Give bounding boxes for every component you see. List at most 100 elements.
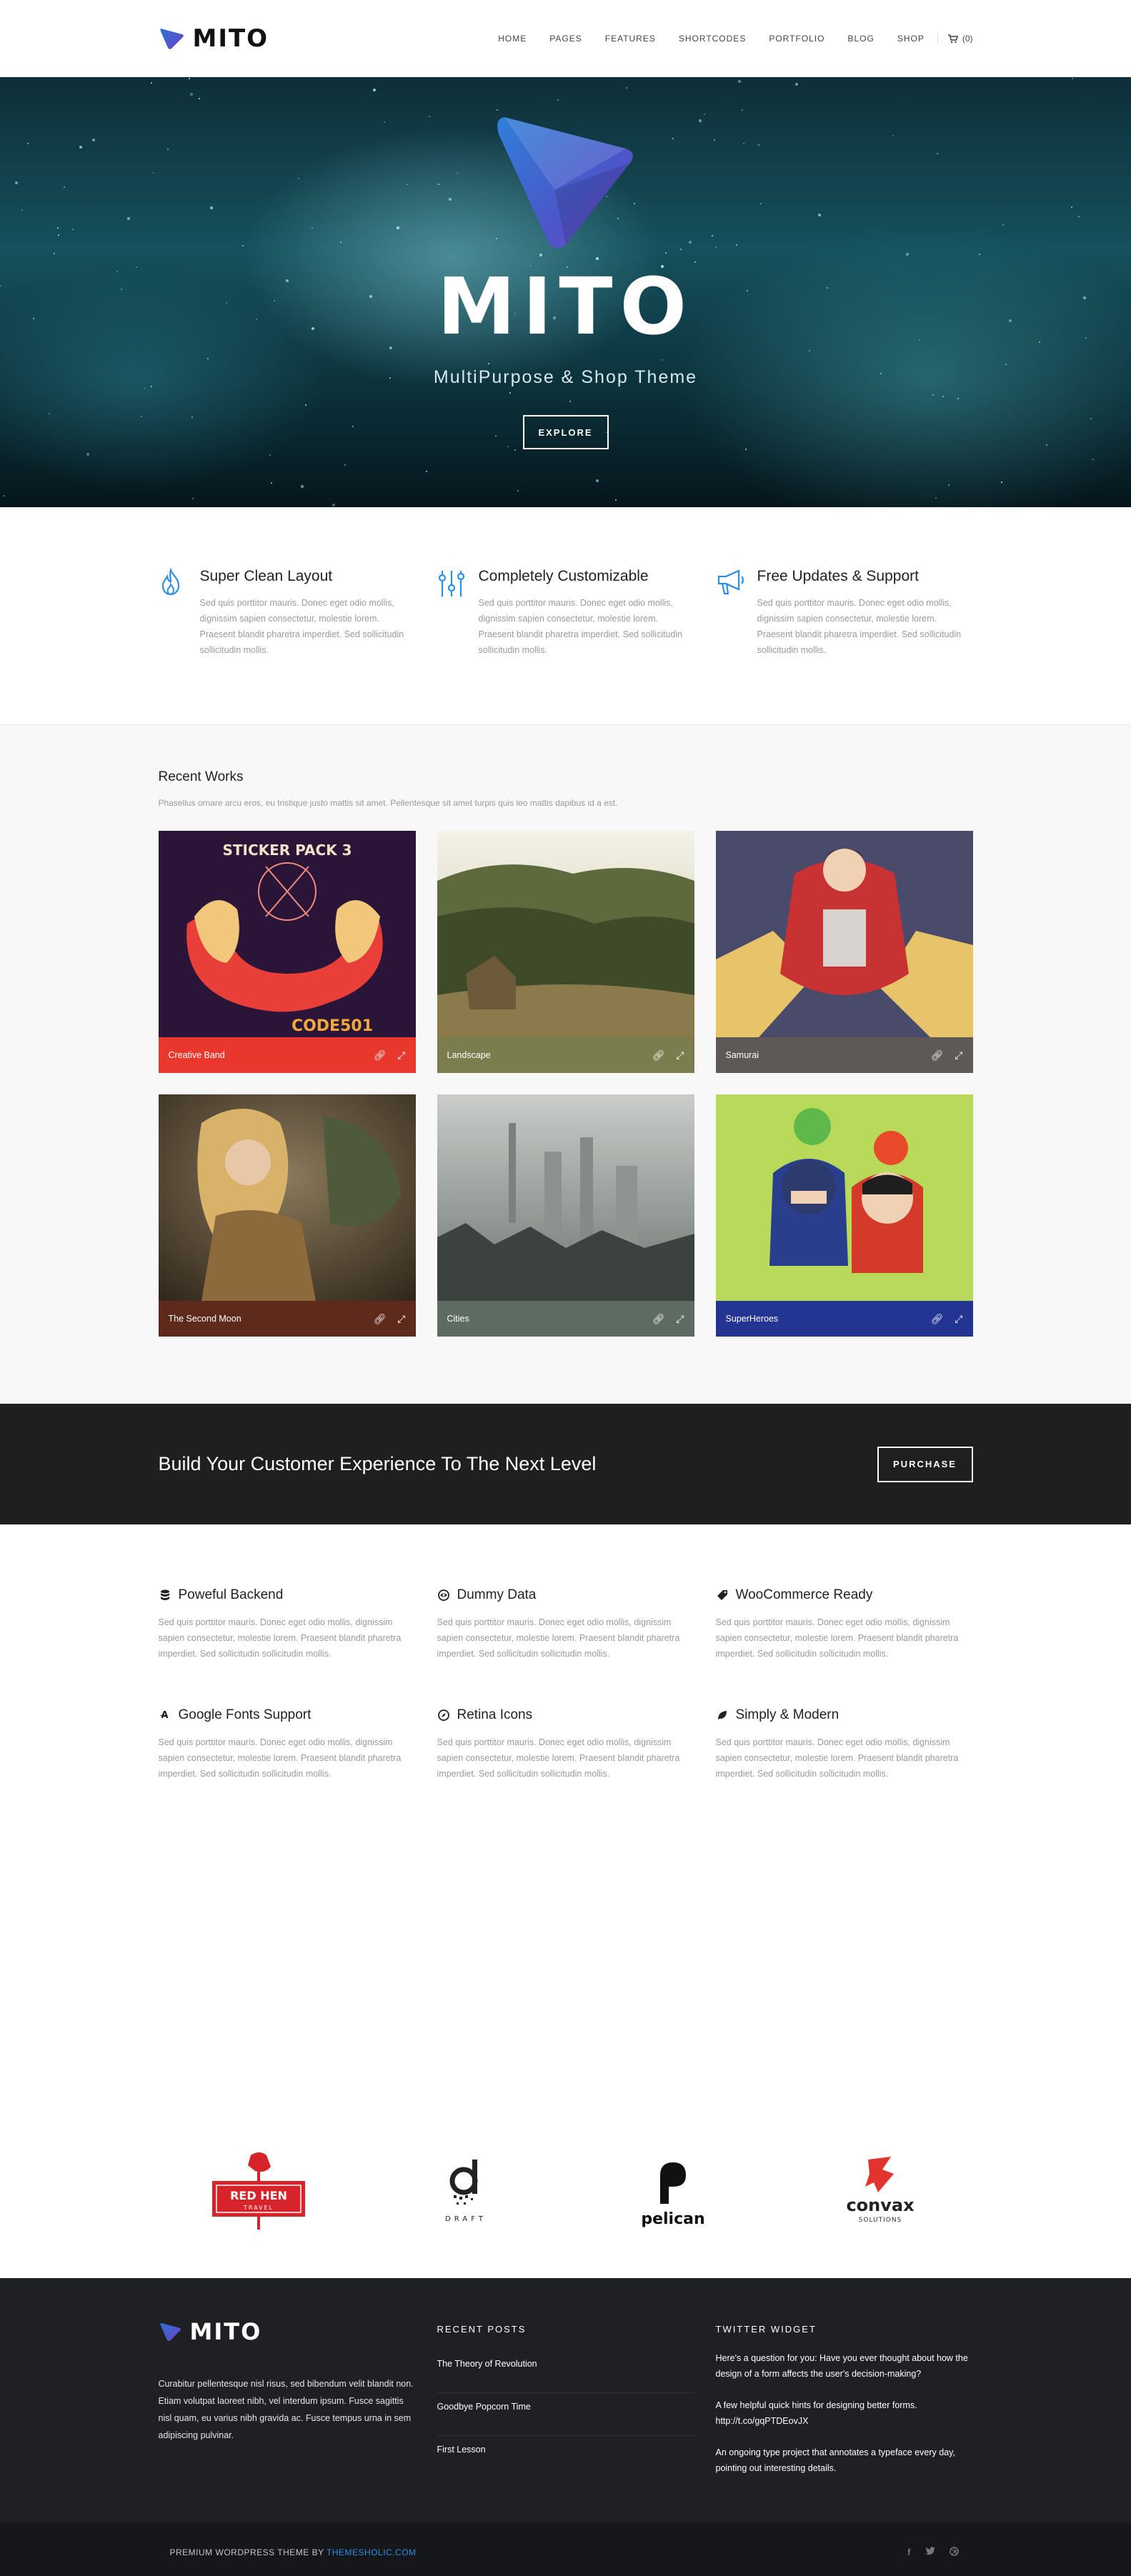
svg-text:STICKER PACK 3: STICKER PACK 3 [222, 842, 352, 859]
footer-heading: TWITTER WIDGET [715, 2324, 817, 2335]
recent-post-link[interactable]: The Theory of Revolution [437, 2350, 694, 2393]
megaphone-icon [716, 568, 744, 658]
link-icon[interactable]: 🔗︎ [652, 1049, 665, 1062]
nav-portfolio[interactable]: PORTFOLIO [769, 34, 824, 44]
client-logo-draft[interactable]: DRAFT [409, 2142, 523, 2242]
feature-title: Super Clean Layout [199, 568, 333, 584]
themesholic-link[interactable]: THEMESHOLIC.COM [327, 2547, 417, 2557]
feature-block: Dummy Data Sed quis porttitor mauris. Do… [437, 1587, 694, 1662]
copyright-bar: PREMIUM WORDPRESS THEME BY THEMESHOLIC.C… [0, 2522, 1131, 2576]
client-logo-redhen[interactable]: RED HEN TRAVEL [201, 2142, 316, 2242]
portfolio-caption-bar: SuperHeroes 🔗︎ ⤢ [715, 1301, 973, 1337]
sliders-icon [437, 568, 464, 658]
feature-title: Simply & Modern [735, 1707, 839, 1722]
portfolio-grid: STICKER PACK 3 CODE501 Creative Band 🔗︎ ⤢ [158, 831, 973, 1337]
flame-icon [159, 567, 186, 658]
portfolio-item[interactable]: Cities 🔗︎ ⤢ [437, 1094, 694, 1337]
compass-icon [437, 1709, 450, 1722]
portfolio-caption-bar: Cities 🔗︎ ⤢ [437, 1301, 694, 1337]
explore-button[interactable]: EXPLORE [522, 415, 609, 449]
expand-icon[interactable]: ⤢ [676, 1049, 684, 1062]
feature-text: Sed quis porttitor mauris. Donec eget od… [158, 1737, 402, 1779]
portfolio-image [437, 831, 694, 1037]
footer-logo[interactable]: MITO [159, 2318, 416, 2345]
link-icon[interactable]: 🔗︎ [931, 1313, 944, 1325]
link-icon[interactable]: 🔗︎ [374, 1313, 387, 1325]
hero-banner: MITO MultiPurpose & Shop Theme EXPLORE [0, 77, 1131, 507]
redhen-name: RED HEN [230, 2189, 287, 2202]
svg-text:CODE501: CODE501 [291, 1017, 372, 1035]
footer-logo-text: MITO [189, 2318, 262, 2345]
portfolio-item[interactable]: Samurai 🔗︎ ⤢ [715, 831, 973, 1073]
pelican-name: pelican [641, 2210, 704, 2228]
expand-icon[interactable]: ⤢ [955, 1049, 962, 1062]
portfolio-item[interactable]: STICKER PACK 3 CODE501 Creative Band 🔗︎ ⤢ [158, 831, 416, 1073]
convax-name: convax [846, 2195, 915, 2215]
feature-block: Retina Icons Sed quis porttitor mauris. … [437, 1707, 694, 1782]
portfolio-item[interactable]: The Second Moon 🔗︎ ⤢ [158, 1094, 416, 1337]
hero-title: MITO [437, 261, 694, 352]
feature-title: Poweful Backend [178, 1587, 284, 1602]
font-icon: A̶ [161, 1709, 169, 1721]
hero-logo-mark-icon [497, 117, 633, 249]
portfolio-caption-bar: The Second Moon 🔗︎ ⤢ [158, 1301, 416, 1337]
logo-mark-icon [160, 29, 184, 49]
recent-post-link[interactable]: Goodbye Popcorn Time [437, 2393, 694, 2436]
portfolio-item[interactable]: SuperHeroes 🔗︎ ⤢ [715, 1094, 973, 1337]
expand-icon[interactable]: ⤢ [397, 1313, 405, 1325]
portfolio-item[interactable]: Landscape 🔗︎ ⤢ [437, 831, 694, 1073]
nav-shop[interactable]: SHOP [897, 34, 925, 44]
portfolio-image: STICKER PACK 3 CODE501 [158, 831, 416, 1037]
feature-text: Sed quis porttitor mauris. Donec eget od… [158, 1617, 402, 1659]
copyright-prefix: PREMIUM WORDPRESS THEME BY [169, 2547, 327, 2557]
rooster-icon: RED HEN TRAVEL [211, 2152, 305, 2230]
tweet[interactable]: A few helpful quick hints for designing … [716, 2397, 973, 2429]
portfolio-label: SuperHeroes [725, 1314, 779, 1324]
expand-icon[interactable]: ⤢ [955, 1313, 962, 1325]
dribbble-icon[interactable] [949, 2547, 959, 2558]
nav-shortcodes[interactable]: SHORTCODES [679, 34, 746, 44]
recent-post-link[interactable]: First Lesson [437, 2436, 694, 2478]
banner-text: Build Your Customer Experience To The Ne… [158, 1453, 597, 1474]
footer-heading: RECENT POSTS [437, 2324, 527, 2335]
twitter-icon[interactable] [925, 2547, 935, 2558]
client-logo-convax[interactable]: convax SOLUTIONS [823, 2142, 937, 2242]
feature-block: A̶ Google Fonts Support Sed quis porttito… [159, 1707, 416, 1782]
portfolio-label: Creative Band [168, 1050, 225, 1060]
link-icon[interactable]: 🔗︎ [652, 1313, 665, 1325]
feature-customizable: Completely Customizable Sed quis porttit… [437, 568, 694, 658]
purchase-button[interactable]: PURCHASE [877, 1446, 973, 1482]
feature-title: Google Fonts Support [178, 1707, 312, 1722]
feature-text: Sed quis porttitor mauris. Donec eget od… [437, 1617, 680, 1659]
cart-button[interactable]: (0) [937, 34, 973, 44]
tag-icon [716, 1589, 729, 1602]
feature-title: Retina Icons [457, 1707, 533, 1722]
expand-icon[interactable]: ⤢ [676, 1313, 684, 1325]
site-logo[interactable]: MITO [159, 24, 269, 53]
portfolio-label: Landscape [447, 1050, 491, 1060]
portfolio-image [437, 1094, 694, 1301]
copyright-text: PREMIUM WORDPRESS THEME BY THEMESHOLIC.C… [170, 2547, 417, 2557]
feature-clean-layout: Super Clean Layout Sed quis porttitor ma… [159, 567, 416, 658]
portfolio-caption-bar: Landscape 🔗︎ ⤢ [437, 1037, 694, 1073]
feature-block: Poweful Backend Sed quis porttitor mauri… [159, 1587, 416, 1662]
portfolio-image [715, 831, 973, 1037]
database-icon [159, 1589, 171, 1602]
nav-home[interactable]: HOME [498, 34, 527, 44]
section-title: Recent Works [158, 769, 244, 784]
link-icon[interactable]: 🔗︎ [374, 1049, 387, 1062]
nav-blog[interactable]: BLOG [847, 34, 874, 44]
nav-pages[interactable]: PAGES [549, 34, 582, 44]
feature-title: Free Updates & Support [757, 568, 919, 584]
feature-updates: Free Updates & Support Sed quis porttito… [716, 568, 973, 658]
clients-section: RED HEN TRAVEL DRAFT pelican convax SOLU… [0, 2107, 1131, 2278]
feature-text: Sed quis porttitor mauris. Donec eget od… [478, 598, 683, 655]
client-logo-pelican[interactable]: pelican [616, 2142, 730, 2242]
convax-sub: SOLUTIONS [858, 2217, 902, 2224]
link-icon[interactable]: 🔗︎ [931, 1049, 944, 1062]
expand-icon[interactable]: ⤢ [397, 1049, 405, 1062]
feature-text: Sed quis porttitor mauris. Donec eget od… [199, 598, 404, 655]
facebook-icon[interactable]: f [907, 2547, 910, 2558]
nav-features[interactable]: FEATURES [605, 34, 656, 44]
footer-twitter-widget: TWITTER WIDGET Here's a question for you… [716, 2318, 973, 2492]
